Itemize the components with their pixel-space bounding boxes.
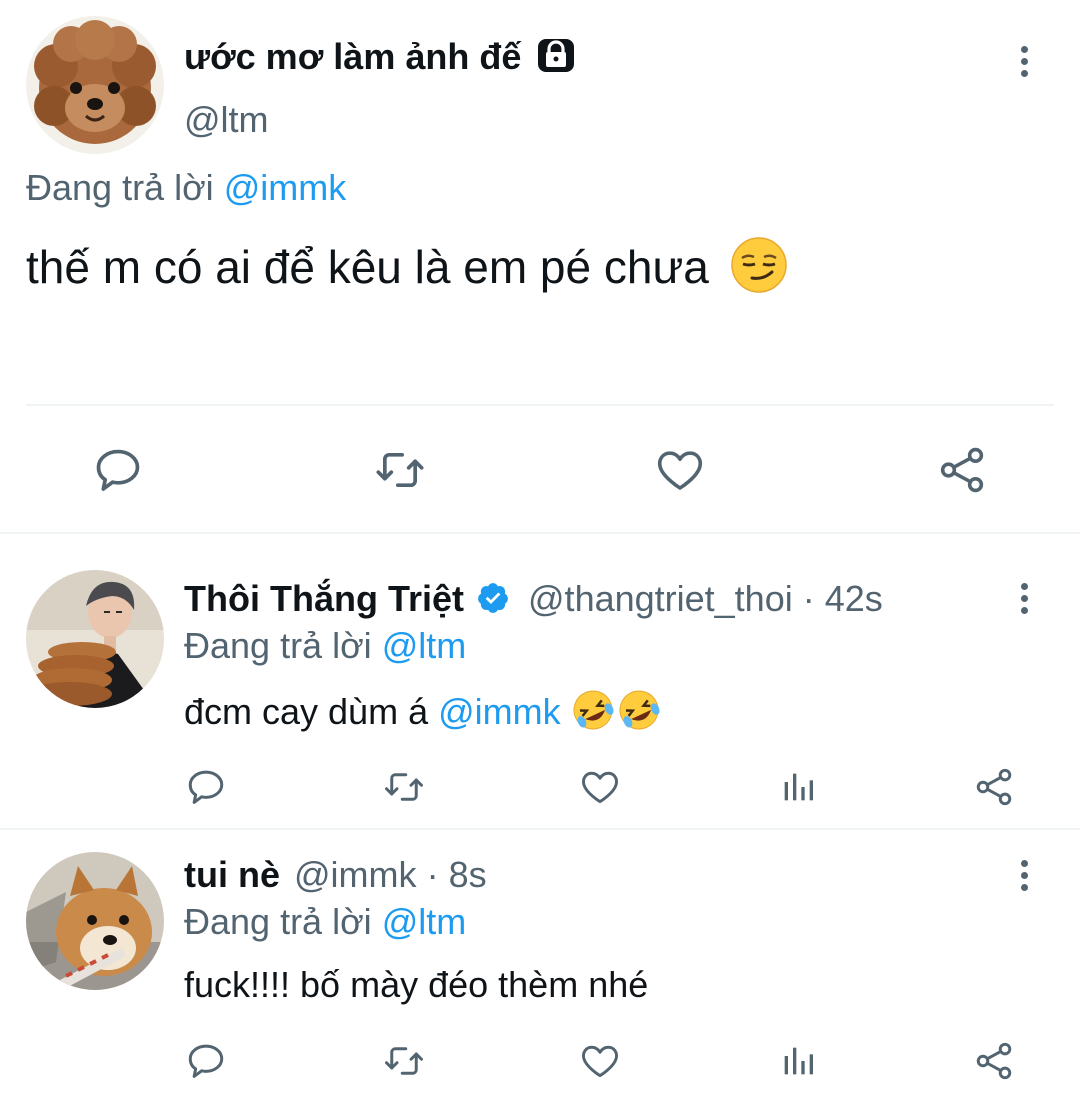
poodle-avatar-image (26, 16, 164, 154)
like-icon[interactable] (650, 440, 710, 500)
display-name-text[interactable]: tui nè (184, 854, 280, 895)
reply-avatar[interactable] (26, 570, 164, 708)
reply-avatar[interactable] (26, 852, 164, 990)
reply-icon[interactable] (88, 440, 148, 500)
tweet-body-text: đcm cay dùm á (184, 691, 429, 733)
main-tweet-display-name[interactable]: ước mơ làm ảnh đế (184, 36, 575, 82)
more-vertical-icon[interactable] (1014, 41, 1034, 81)
retweet-icon[interactable] (380, 764, 428, 810)
reply-replying-to: Đang trả lời @ltm (184, 902, 466, 942)
separator-dot: · (426, 854, 439, 895)
replying-to-mention[interactable]: @ltm (382, 625, 467, 666)
handle-text[interactable]: @thangtriet_thoi (528, 578, 793, 619)
replying-to-mention[interactable]: @immk (224, 167, 347, 208)
reply-icon[interactable] (182, 764, 230, 810)
mention-link[interactable]: @immk (438, 691, 561, 732)
rolling-on-floor-laughing-emoji (617, 688, 663, 741)
main-tweet-text: thế m có ai để kêu là em pé chưa (26, 236, 788, 306)
like-icon[interactable] (576, 1038, 624, 1084)
replying-prefix: Đang trả lời (184, 625, 372, 666)
timestamp[interactable]: 8s (449, 854, 487, 895)
reply-header: Thôi Thắng Triệt @thangtriet_thoi · 42s (184, 578, 883, 624)
replying-prefix: Đang trả lời (184, 901, 372, 942)
reply-replying-to: Đang trả lời @ltm (184, 626, 466, 666)
separator-dot: · (802, 578, 815, 619)
retweet-icon[interactable] (370, 440, 430, 500)
section-divider (0, 532, 1080, 534)
timestamp[interactable]: 42s (825, 578, 883, 619)
share-icon[interactable] (932, 440, 992, 500)
display-name-text[interactable]: Thôi Thắng Triệt (184, 578, 464, 619)
reply-icon[interactable] (182, 1038, 230, 1084)
more-vertical-icon[interactable] (1014, 855, 1034, 895)
analytics-icon[interactable] (774, 764, 822, 810)
analytics-icon[interactable] (774, 1038, 822, 1084)
reply-text: fuck!!!! bố mày đéo thèm nhé (184, 964, 649, 1005)
tweet-body-text: thế m có ai để kêu là em pé chưa (26, 241, 709, 294)
like-icon[interactable] (576, 764, 624, 810)
more-vertical-icon[interactable] (1014, 578, 1034, 618)
reply-text: đcm cay dùm á @immk (184, 688, 663, 741)
section-divider (0, 828, 1080, 830)
replying-to-mention[interactable]: @ltm (382, 901, 467, 942)
retweet-icon[interactable] (380, 1038, 428, 1084)
main-tweet-divider (26, 404, 1054, 406)
rolling-on-floor-laughing-emoji (571, 688, 617, 741)
share-icon[interactable] (970, 1038, 1018, 1084)
reply-header: tui nè @immk · 8s (184, 854, 487, 896)
verified-badge-icon (476, 581, 510, 624)
main-tweet-replying-to: Đang trả lời @immk (26, 168, 346, 208)
display-name-text: ước mơ làm ảnh đế (184, 36, 522, 77)
smirking-face-emoji (730, 236, 788, 306)
main-tweet-handle[interactable]: @ltm (184, 100, 269, 140)
lock-icon (537, 37, 575, 82)
shiba-avatar-image (26, 852, 164, 990)
person-avatar-image (26, 570, 164, 708)
main-tweet-avatar[interactable] (26, 16, 164, 154)
replying-prefix: Đang trả lời (26, 167, 214, 208)
handle-text[interactable]: @immk (294, 854, 417, 895)
share-icon[interactable] (970, 764, 1018, 810)
